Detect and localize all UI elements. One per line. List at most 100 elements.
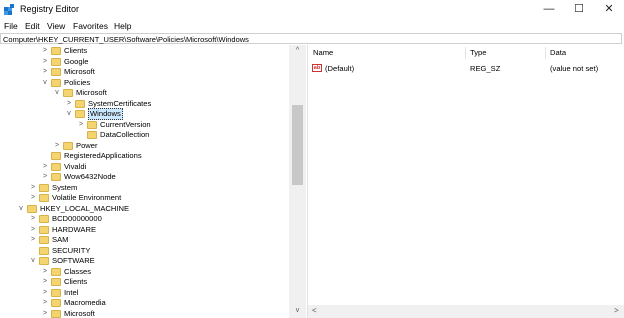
expand-chevron-icon[interactable]: >: [41, 57, 49, 67]
expand-chevron-icon[interactable]: >: [41, 309, 49, 318]
column-divider[interactable]: [465, 47, 466, 59]
scroll-down-arrow-icon[interactable]: v: [289, 307, 306, 314]
tree-node-label[interactable]: Vivaldi: [64, 162, 86, 172]
tree-node[interactable]: v SOFTWARE: [29, 256, 307, 266]
tree-node-label[interactable]: Clients: [64, 46, 87, 56]
collapse-chevron-icon[interactable]: v: [29, 256, 37, 266]
tree-node-label[interactable]: Wow6432Node: [64, 172, 116, 182]
tree-node-label[interactable]: SECURITY: [52, 246, 90, 256]
minimize-button[interactable]: —: [534, 0, 564, 19]
scroll-right-arrow-icon[interactable]: >: [614, 306, 619, 315]
tree-node-label[interactable]: RegisteredApplications: [64, 151, 142, 161]
expand-chevron-icon[interactable]: >: [41, 67, 49, 77]
folder-icon: [63, 89, 73, 97]
tree-node[interactable]: v HKEY_LOCAL_MACHINE: [17, 204, 297, 214]
tree-node-label[interactable]: Microsoft: [64, 67, 95, 77]
expand-chevron-icon[interactable]: >: [29, 183, 37, 193]
tree-node[interactable]: v Microsoft: [53, 88, 307, 98]
collapse-chevron-icon[interactable]: v: [41, 78, 49, 88]
tree-node[interactable]: > BCD00000000: [29, 214, 307, 224]
expand-chevron-icon[interactable]: >: [41, 277, 49, 287]
address-bar[interactable]: Computer\HKEY_CURRENT_USER\Software\Poli…: [0, 33, 622, 44]
scroll-thumb[interactable]: [292, 105, 303, 185]
tree-node[interactable]: > SystemCertificates: [65, 99, 307, 109]
collapse-chevron-icon[interactable]: v: [17, 204, 25, 214]
expand-chevron-icon[interactable]: >: [41, 288, 49, 298]
tree-node-label[interactable]: Policies: [64, 78, 90, 88]
tree-node-label[interactable]: System: [52, 183, 77, 193]
tree-node[interactable]: v Policies: [41, 78, 307, 88]
expand-chevron-icon[interactable]: >: [41, 267, 49, 277]
tree-node-label[interactable]: Google: [64, 57, 89, 67]
tree-node[interactable]: DataCollection: [77, 130, 307, 140]
column-type-header[interactable]: Type: [470, 48, 486, 57]
tree-node[interactable]: > Intel: [41, 288, 307, 298]
column-divider[interactable]: [545, 47, 546, 59]
tree-node-label[interactable]: Macromedia: [64, 298, 106, 308]
menu-favorites[interactable]: Favorites: [73, 21, 108, 31]
column-name-header[interactable]: Name: [313, 48, 333, 57]
tree-node[interactable]: v Windows: [65, 108, 307, 120]
tree-node[interactable]: > System: [29, 183, 307, 193]
expand-chevron-icon[interactable]: >: [29, 214, 37, 224]
tree-node-label[interactable]: DataCollection: [100, 130, 149, 140]
tree-node[interactable]: > Vivaldi: [41, 162, 307, 172]
tree-node[interactable]: > Volatile Environment: [29, 193, 307, 203]
expand-chevron-icon[interactable]: >: [41, 162, 49, 172]
tree-node[interactable]: > Wow6432Node: [41, 172, 307, 182]
tree-node-label[interactable]: Microsoft: [64, 309, 95, 318]
tree-node-label[interactable]: HKEY_LOCAL_MACHINE: [40, 204, 129, 214]
scroll-up-arrow-icon[interactable]: ^: [289, 47, 306, 54]
tree-node-label[interactable]: BCD00000000: [52, 214, 102, 224]
tree-node-label[interactable]: SAM: [52, 235, 68, 245]
tree-node-label[interactable]: SOFTWARE: [52, 256, 95, 266]
tree-node[interactable]: > Microsoft: [41, 309, 307, 318]
tree-node-label[interactable]: SystemCertificates: [88, 99, 151, 109]
tree-node-label[interactable]: Power: [76, 141, 98, 151]
tree-node-label[interactable]: Intel: [64, 288, 78, 298]
expand-chevron-icon[interactable]: >: [77, 120, 85, 130]
scroll-left-arrow-icon[interactable]: <: [312, 306, 317, 315]
tree-node[interactable]: > Power: [53, 141, 307, 151]
tree-node[interactable]: > HARDWARE: [29, 225, 307, 235]
tree-node-label[interactable]: HARDWARE: [52, 225, 96, 235]
expand-chevron-icon[interactable]: >: [41, 46, 49, 56]
menu-edit[interactable]: Edit: [25, 21, 40, 31]
tree-node-label[interactable]: CurrentVersion: [100, 120, 151, 130]
value-row[interactable]: ab (Default) REG_SZ (value not set): [308, 63, 624, 74]
tree-node[interactable]: SECURITY: [29, 246, 307, 256]
tree-node[interactable]: > Clients: [41, 46, 307, 56]
maximize-button[interactable]: ☐: [564, 0, 594, 19]
tree-node-label[interactable]: Classes: [64, 267, 91, 277]
menu-file[interactable]: File: [4, 21, 18, 31]
expand-chevron-icon[interactable]: >: [29, 235, 37, 245]
tree-node-label[interactable]: Clients: [64, 277, 87, 287]
tree-node[interactable]: > SAM: [29, 235, 307, 245]
collapse-chevron-icon[interactable]: v: [53, 88, 61, 98]
tree-node-label[interactable]: Windows: [88, 108, 123, 120]
expand-chevron-icon[interactable]: >: [29, 225, 37, 235]
tree-node[interactable]: RegisteredApplications: [41, 151, 307, 161]
tree-node[interactable]: > Clients: [41, 277, 307, 287]
folder-icon: [39, 194, 49, 202]
expand-chevron-icon[interactable]: >: [53, 141, 61, 151]
close-button[interactable]: ✕: [594, 0, 624, 19]
tree-node-label[interactable]: Microsoft: [76, 88, 107, 98]
tree-node[interactable]: > CurrentVersion: [77, 120, 307, 130]
tree-node[interactable]: > Microsoft: [41, 67, 307, 77]
expand-chevron-icon[interactable]: >: [65, 99, 73, 109]
menu-view[interactable]: View: [47, 21, 65, 31]
tree-node-label[interactable]: Volatile Environment: [52, 193, 121, 203]
folder-icon: [51, 309, 61, 318]
expand-chevron-icon[interactable]: >: [41, 298, 49, 308]
tree-vertical-scrollbar[interactable]: ^ v: [289, 45, 306, 318]
tree-node[interactable]: > Macromedia: [41, 298, 307, 308]
menu-help[interactable]: Help: [114, 21, 131, 31]
expand-chevron-icon[interactable]: >: [29, 193, 37, 203]
tree-node[interactable]: > Classes: [41, 267, 307, 277]
collapse-chevron-icon[interactable]: v: [65, 109, 73, 119]
tree-node[interactable]: > Google: [41, 57, 307, 67]
expand-chevron-icon[interactable]: >: [41, 172, 49, 182]
values-horizontal-scrollbar[interactable]: < >: [308, 305, 624, 318]
column-data-header[interactable]: Data: [550, 48, 566, 57]
